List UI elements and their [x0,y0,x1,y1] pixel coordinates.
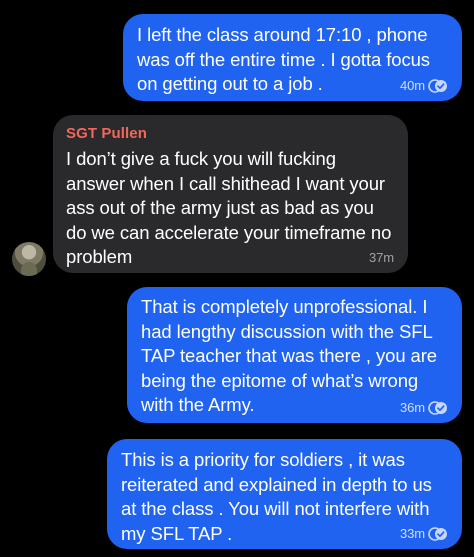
double-check-read-icon [428,401,447,415]
message-meta: 33m [400,527,448,541]
message-timestamp: 36m [400,400,425,415]
outgoing-message-bubble[interactable]: This is a priority for soldiers , it was… [107,439,462,549]
profile-photo-avatar[interactable] [12,242,46,276]
message-text: I don’t give a fuck you will fucking ans… [66,148,392,267]
outgoing-message-bubble[interactable]: I left the class around 17:10 , phone wa… [123,14,462,101]
outgoing-message-bubble[interactable]: That is completely unprofessional. I had… [127,287,462,423]
message-timestamp: 40m [400,78,425,93]
incoming-message-bubble[interactable]: SGT Pullen I don’t give a fuck you will … [53,115,408,273]
message-meta: 36m [400,401,448,415]
message-timestamp: 33m [400,526,425,541]
double-check-read-icon [428,527,447,541]
message-text: This is a priority for soldiers , it was… [121,449,432,544]
message-meta: 37m [369,251,394,265]
double-check-read-icon [428,79,447,93]
conversation-thread: I left the class around 17:10 , phone wa… [0,0,474,557]
sender-name: SGT Pullen [66,125,148,142]
message-timestamp: 37m [369,250,394,265]
message-meta: 40m [400,79,448,93]
